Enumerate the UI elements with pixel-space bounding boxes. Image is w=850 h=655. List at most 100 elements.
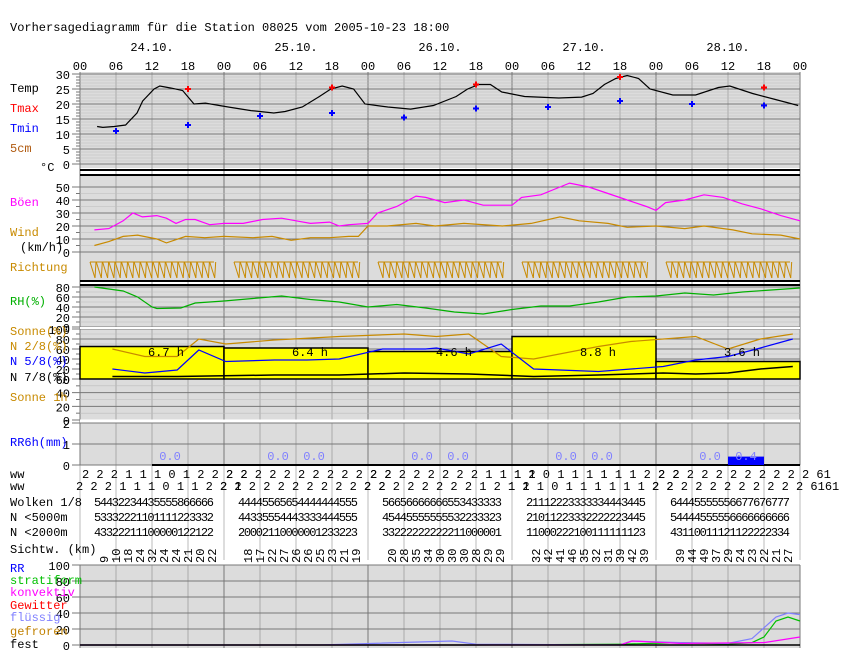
- hour-label: 00: [73, 60, 87, 74]
- n2000-day: 33222222222211000001: [382, 526, 502, 540]
- n2000-day: 43110011121122222334: [670, 526, 790, 540]
- temp-tick-label: 5: [63, 144, 70, 158]
- n5000-day: 44335554443333444555: [238, 511, 358, 525]
- hour-label: 12: [577, 60, 591, 74]
- hour-label: 12: [433, 60, 447, 74]
- sunshine-hours-label: 8.8 h: [580, 346, 616, 360]
- label-n28: N 2/8(%): [10, 340, 68, 354]
- hour-label: 06: [541, 60, 555, 74]
- wind-tick-label: 30: [56, 208, 70, 222]
- label-tmax: Tmax: [10, 102, 39, 116]
- sunshine-hours-label: 6.4 h: [292, 346, 328, 360]
- visibility-value: 19: [350, 549, 364, 563]
- chart-title: Vorhersagediagramm für die Station 08025…: [10, 21, 449, 35]
- wolken-day: 56656666666553433333: [382, 496, 502, 510]
- label-boen: Böen: [10, 196, 39, 210]
- wolken-day: 21112223333334443445: [526, 496, 646, 510]
- date-label: 24.10.: [130, 41, 173, 55]
- hour-label: 18: [469, 60, 483, 74]
- precip-tick-label: 0: [63, 640, 70, 654]
- rr6h-value: 0.0: [555, 450, 577, 464]
- rr6h-value: 0.0: [159, 450, 181, 464]
- label-n78: N 7/8(%): [10, 371, 68, 385]
- hour-label: 12: [289, 60, 303, 74]
- sunshine-hours-label: 6.7 h: [148, 346, 184, 360]
- date-label: 28.10.: [706, 41, 749, 55]
- label-konvektiv: konvektiv: [10, 586, 75, 600]
- label-tmin: Tmin: [10, 122, 39, 136]
- wind-tick-label: 0: [63, 247, 70, 261]
- wind-tick-label: 40: [56, 195, 70, 209]
- n5000-day: 45445555555532233323: [382, 511, 502, 525]
- n5000-day: 21011223332222223445: [526, 511, 646, 525]
- meteogram-chart: Vorhersagediagramm für die Station 08025…: [10, 21, 839, 654]
- visibility-value: 29: [494, 549, 508, 563]
- label-n58: N 5/8(%): [10, 355, 68, 369]
- label-gefroren: gefroren: [10, 625, 68, 639]
- rr6h-value: 0.0: [303, 450, 325, 464]
- label-rh: RH(%): [10, 295, 46, 309]
- label-5cm: 5cm: [10, 142, 32, 156]
- label-sonne1h: Sonne 1h: [10, 391, 68, 405]
- label-richtung: Richtung: [10, 261, 68, 275]
- label-sichtw: Sichtw. (km): [10, 543, 96, 557]
- label-fest: fest: [10, 638, 39, 652]
- label-n5000: N <5000m: [10, 511, 68, 525]
- n2000-day: 20002110000001233223: [238, 526, 358, 540]
- label-fluessig: flüssig: [10, 611, 60, 625]
- hour-label: 06: [253, 60, 267, 74]
- label-temp: Temp: [10, 82, 39, 96]
- n5000-day: 54444555556666666666: [670, 511, 790, 525]
- hour-label: 00: [505, 60, 519, 74]
- hour-label: 00: [217, 60, 231, 74]
- wolken-day: 44445565654444444555: [238, 496, 358, 510]
- hour-label: 00: [649, 60, 663, 74]
- label-rr6h: RR6h(mm): [10, 436, 68, 450]
- hour-label: 06: [109, 60, 123, 74]
- hour-label: 18: [757, 60, 771, 74]
- rr6h-value: 0.0: [267, 450, 289, 464]
- hour-label: 18: [613, 60, 627, 74]
- temp-tick-label: 15: [56, 114, 70, 128]
- rr6h-tick-label: 0: [63, 460, 70, 474]
- label-n2000: N <2000m: [10, 526, 68, 540]
- hour-label: 06: [397, 60, 411, 74]
- sunshine-hours-label: 4.6 h: [436, 346, 472, 360]
- wolken-day: 54432234435555866666: [94, 496, 214, 510]
- n5000-day: 53332221101111223332: [94, 511, 214, 525]
- date-label: 27.10.: [562, 41, 605, 55]
- meteogram: Vorhersagediagramm für die Station 08025…: [0, 0, 850, 655]
- rr6h-value: 0.0: [591, 450, 613, 464]
- hour-label: 06: [685, 60, 699, 74]
- rr6h-value: 0.0: [699, 450, 721, 464]
- n2000-day: 43322211100000122122: [94, 526, 214, 540]
- label-wolken: Wolken 1/8: [10, 496, 82, 510]
- hour-label: 18: [325, 60, 339, 74]
- visibility-value: 22: [206, 549, 220, 563]
- rr6h-value: 0.0: [411, 450, 433, 464]
- date-label: 25.10.: [274, 41, 317, 55]
- temp-tick-label: 0: [63, 159, 70, 173]
- hour-label: 12: [721, 60, 735, 74]
- visibility-value: 27: [782, 549, 796, 563]
- label-degc: °C: [40, 161, 54, 175]
- ww-row2-day: 2 2 2 2 2 2 2 2 2 2 2 6161: [652, 480, 839, 494]
- label-wind: Wind: [10, 226, 39, 240]
- temp-tick-label: 10: [56, 129, 70, 143]
- wind-tick-label: 20: [56, 221, 70, 235]
- label-sonne: Sonne(%): [10, 325, 68, 339]
- wolken-day: 64445555556677676777: [670, 496, 790, 510]
- hour-label: 18: [181, 60, 195, 74]
- n2000-day: 11000222100111111123: [526, 526, 646, 540]
- rr6h-tick-label: 2: [63, 418, 70, 432]
- temp-tick-label: 30: [56, 69, 70, 83]
- date-label: 26.10.: [418, 41, 461, 55]
- temp-tick-label: 20: [56, 99, 70, 113]
- rr6h-value: 0.0: [447, 450, 469, 464]
- hour-label: 00: [361, 60, 375, 74]
- sunshine-hours-label: 3.6 h: [724, 346, 760, 360]
- temp-tick-label: 25: [56, 84, 70, 98]
- hour-label: 00: [793, 60, 807, 74]
- hour-label: 12: [145, 60, 159, 74]
- wind-tick-label: 50: [56, 182, 70, 196]
